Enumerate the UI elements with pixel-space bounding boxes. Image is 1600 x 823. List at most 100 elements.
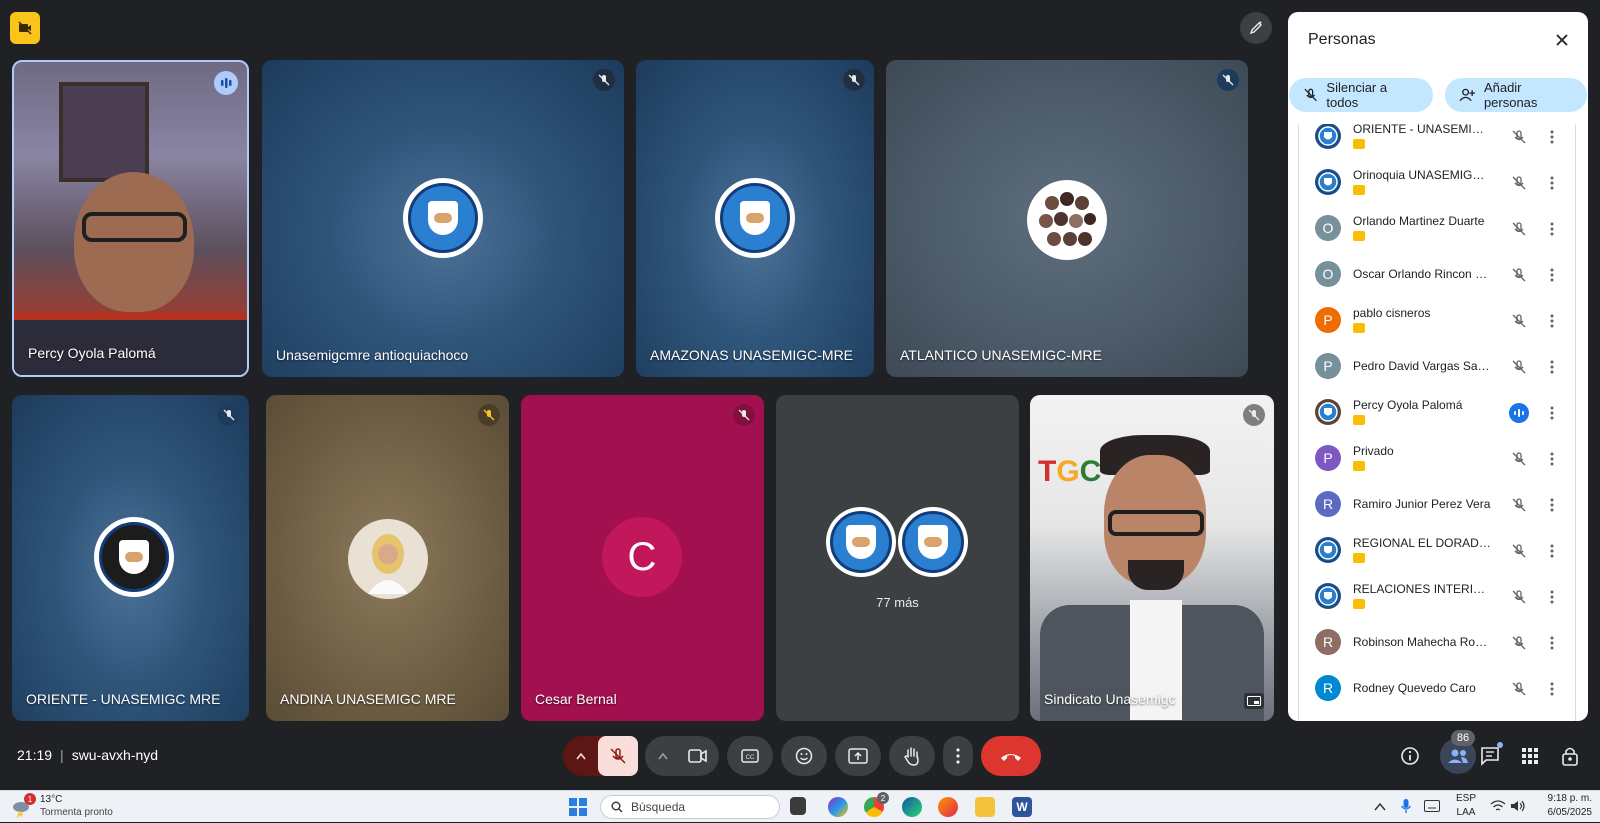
chat-button[interactable] [1472, 738, 1508, 774]
video-options-button[interactable] [647, 738, 679, 774]
participant-row[interactable]: R Rodney Quevedo Caro [1299, 666, 1575, 712]
participant-row[interactable]: P Privado [1299, 436, 1575, 482]
participant-avatar: R [1315, 491, 1341, 517]
start-button[interactable] [568, 797, 588, 817]
participant-row[interactable]: R Ramiro Junior Perez Vera [1299, 482, 1575, 528]
microphone-tray-button[interactable] [1400, 798, 1412, 819]
participant-tile[interactable]: C Cesar Bernal [521, 395, 764, 721]
mic-off-icon [1512, 176, 1526, 190]
task-view-icon[interactable] [790, 797, 806, 815]
participant-mic-button[interactable] [1509, 449, 1529, 469]
participant-tile[interactable]: AMAZONAS UNASEMIGC-MRE [636, 60, 874, 377]
copilot-icon[interactable] [828, 797, 848, 817]
add-people-button[interactable]: Añadir personas [1445, 78, 1587, 112]
participant-row[interactable]: P Pedro David Vargas Sant... [1299, 344, 1575, 390]
participant-tile[interactable]: TGC Sindicato Unasemigc [1030, 395, 1274, 721]
participant-tile[interactable]: ORIENTE - UNASEMIGC MRE [12, 395, 249, 721]
participant-mic-button[interactable] [1509, 265, 1529, 285]
participant-more-button[interactable] [1547, 311, 1557, 331]
participant-mic-button[interactable] [1509, 311, 1529, 331]
volume-tray-button[interactable] [1510, 799, 1526, 817]
audio-options-button[interactable] [565, 738, 597, 774]
weather-widget[interactable]: 1 [10, 793, 36, 819]
taskbar-clock-time[interactable]: 9:18 p. m. [1536, 793, 1592, 804]
word-icon[interactable]: W [1012, 797, 1032, 817]
mute-all-button[interactable]: Silenciar a todos [1289, 78, 1433, 112]
participant-row[interactable]: O Orlando Martinez Duarte [1299, 206, 1575, 252]
mute-all-label: Silenciar a todos [1326, 80, 1388, 110]
participant-mic-button[interactable] [1509, 541, 1529, 561]
raise-hand-button[interactable] [889, 736, 935, 776]
participant-more-button[interactable] [1547, 173, 1557, 193]
participant-more-button[interactable] [1547, 219, 1557, 239]
file-explorer-icon[interactable] [975, 797, 995, 817]
participant-mic-button[interactable] [1509, 633, 1529, 653]
participant-name: Unasemigcmre antioquiachoco [276, 347, 469, 363]
host-controls-button[interactable] [1552, 738, 1588, 774]
participant-name: Sindicato Unasemigc [1044, 691, 1176, 707]
participant-row[interactable]: RELACIONES INTERINSTI... [1299, 574, 1575, 620]
host-badge-icon [1353, 185, 1365, 195]
participant-mic-button[interactable] [1509, 219, 1529, 239]
participant-more-button[interactable] [1547, 403, 1557, 423]
participant-mic-button[interactable] [1509, 127, 1529, 147]
firefox-icon[interactable] [938, 797, 958, 817]
participant-more-button[interactable] [1547, 495, 1557, 515]
participant-mic-button[interactable] [1509, 173, 1529, 193]
wifi-tray-button[interactable] [1490, 799, 1506, 817]
participant-row[interactable]: O Oscar Orlando Rincon C... [1299, 252, 1575, 298]
taskbar-clock-date: 6/05/2025 [1547, 807, 1593, 818]
participant-row[interactable]: Percy Oyola Palomá [1299, 390, 1575, 436]
captions-button[interactable]: CC [727, 736, 773, 776]
participant-mic-button[interactable] [1509, 357, 1529, 377]
leave-call-button[interactable] [981, 736, 1041, 776]
participant-more-button[interactable] [1547, 679, 1557, 699]
pip-button[interactable] [1244, 693, 1264, 709]
participant-more-button[interactable] [1547, 587, 1557, 607]
chrome-icon[interactable]: 2 [864, 792, 889, 817]
audio-level-icon [221, 78, 232, 88]
input-language[interactable]: ESP [1454, 793, 1478, 804]
participant-tile[interactable]: ATLANTICO UNASEMIGC-MRE [886, 60, 1248, 377]
participant-more-button[interactable] [1547, 633, 1557, 653]
mic-toggle-button[interactable] [598, 736, 638, 776]
participant-audio-status[interactable] [1509, 403, 1529, 423]
participant-mic-button[interactable] [1509, 587, 1529, 607]
union-logo-icon [1318, 126, 1338, 146]
tray-overflow-button[interactable] [1374, 799, 1386, 817]
more-options-button[interactable] [943, 736, 973, 776]
recording-status-button[interactable] [10, 12, 40, 44]
participant-list[interactable]: ORIENTE - UNASEMIGC ... Orinoquia UNASEMI… [1298, 124, 1576, 721]
participant-more-button[interactable] [1547, 127, 1557, 147]
keyboard-tray-button[interactable] [1424, 799, 1440, 817]
close-panel-button[interactable] [1550, 28, 1574, 52]
participant-more-button[interactable] [1547, 265, 1557, 285]
group-photo-icon [1039, 192, 1096, 246]
lock-person-icon [1562, 747, 1578, 766]
participant-more-button[interactable] [1547, 541, 1557, 561]
activities-button[interactable] [1512, 738, 1548, 774]
mic-off-indicator [593, 69, 615, 91]
more-participants-tile[interactable]: 77 más [776, 395, 1019, 721]
participant-row[interactable]: Ppablo cisneros [1299, 298, 1575, 344]
reactions-button[interactable] [781, 736, 827, 776]
participant-mic-button[interactable] [1509, 679, 1529, 699]
participant-row[interactable]: REGIONAL EL DORADO ... [1299, 528, 1575, 574]
mic-off-icon [738, 409, 750, 421]
mic-off-icon [848, 74, 860, 86]
taskbar-search[interactable]: Búsqueda [600, 795, 780, 819]
participant-row[interactable]: ORIENTE - UNASEMIGC ... [1299, 124, 1575, 160]
participant-more-button[interactable] [1547, 449, 1557, 469]
participant-tile[interactable]: Percy Oyola Palomá [12, 60, 249, 377]
participant-more-button[interactable] [1547, 357, 1557, 377]
participant-tile[interactable]: ANDINA UNASEMIGC MRE [266, 395, 509, 721]
participant-tile[interactable]: Unasemigcmre antioquiachoco [262, 60, 624, 377]
edit-pen-button[interactable] [1240, 12, 1272, 44]
participant-row[interactable]: R Robinson Mahecha Rond... [1299, 620, 1575, 666]
camera-toggle-button[interactable] [680, 738, 716, 774]
edge-icon[interactable] [902, 797, 922, 817]
participant-row[interactable]: Orinoquia UNASEMIGC-... [1299, 160, 1575, 206]
present-screen-button[interactable] [835, 736, 881, 776]
meeting-details-button[interactable] [1392, 738, 1428, 774]
participant-mic-button[interactable] [1509, 495, 1529, 515]
